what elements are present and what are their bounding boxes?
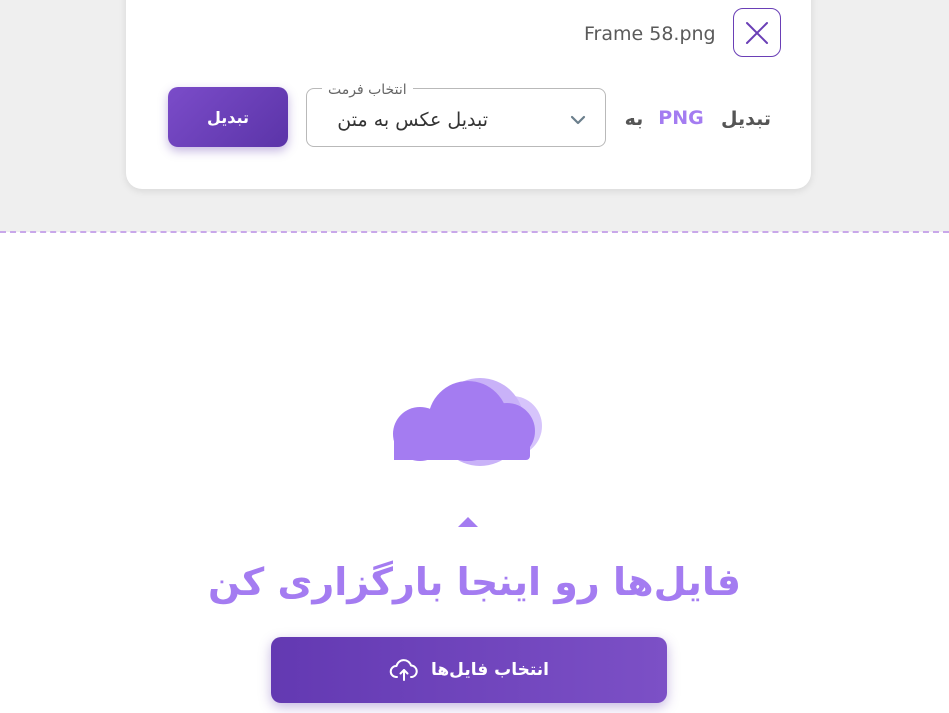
file-name: Frame 58.png xyxy=(584,23,716,45)
cloud-icon xyxy=(393,378,542,466)
remove-file-button[interactable] xyxy=(733,8,781,57)
chevron-down-icon[interactable] xyxy=(568,110,588,130)
dropzone-border xyxy=(0,231,949,233)
select-files-label: انتخاب فایل‌ها xyxy=(430,660,550,680)
close-icon xyxy=(746,21,768,44)
cloud-upload-icon xyxy=(389,659,418,681)
dropzone-title: فایل‌ها رو اینجا بارگزاری کن xyxy=(207,560,741,604)
convert-button[interactable]: تبدیل xyxy=(168,87,288,147)
format-select-value[interactable]: تبدیل عکس به متن xyxy=(320,106,488,134)
format-select-legend: انتخاب فرمت xyxy=(322,80,413,100)
convert-label: تبدیل xyxy=(721,108,771,130)
select-files-button[interactable]: انتخاب فایل‌ها xyxy=(271,637,667,703)
source-format: PNG xyxy=(658,107,704,129)
upload-arrow-icon xyxy=(458,517,478,527)
to-label: به xyxy=(624,108,644,130)
